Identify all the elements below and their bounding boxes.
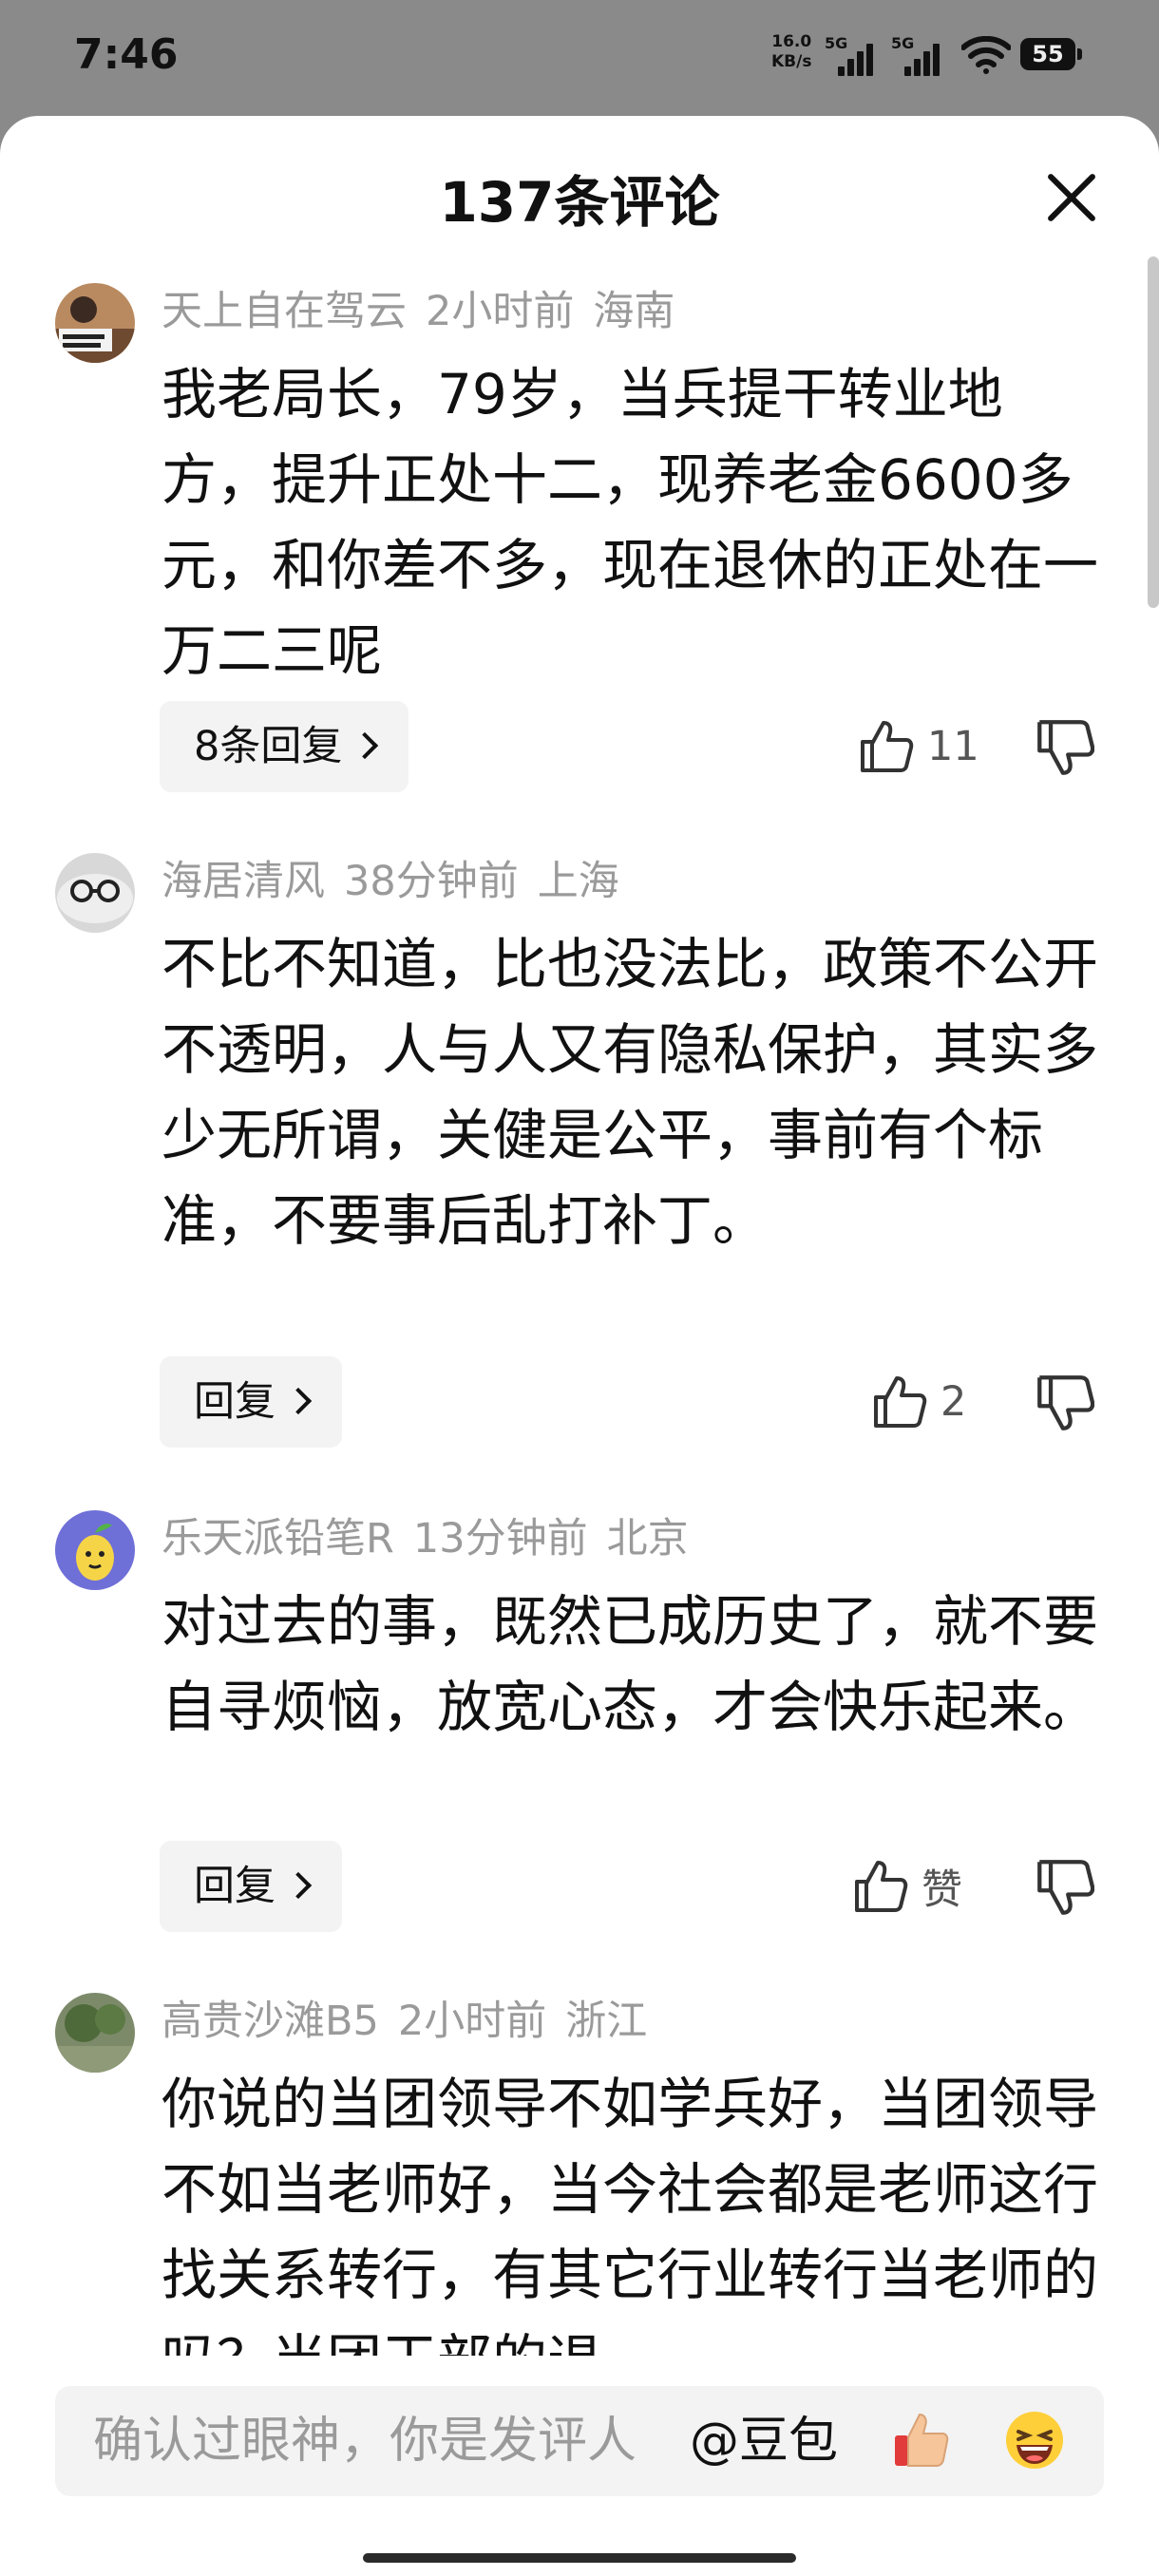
close-icon[interactable]: [1043, 169, 1100, 226]
username[interactable]: 天上自在驾云: [162, 288, 407, 335]
like-count: 2: [940, 1378, 967, 1426]
comment-location: 北京: [606, 1515, 689, 1563]
username[interactable]: 乐天派铅笔R: [162, 1515, 394, 1563]
avatar[interactable]: [55, 853, 135, 933]
thumbs-down-icon[interactable]: [1036, 718, 1094, 777]
thumbs-up-icon: [855, 1861, 908, 1912]
comment-list[interactable]: 天上自在驾云 2小时前 海南 我老局长，79岁，当兵提干转业地方，提升正处十二，现养…: [0, 116, 1159, 2356]
comment-text[interactable]: 你说的当团领导不如学兵好，当团领导不如当老师好，当今社会都是老师这行找关系转行，…: [162, 2061, 1102, 2356]
chevron-right-icon: [352, 731, 379, 759]
thumbs-up-emoji-icon[interactable]: [891, 2409, 952, 2470]
username[interactable]: 海居清风: [162, 858, 325, 905]
battery-level: 55: [1032, 41, 1064, 67]
comment-input[interactable]: 确认过眼神，你是发评人 @豆包: [55, 2386, 1104, 2496]
comment-time: 2小时前: [397, 1998, 547, 2045]
comment-text[interactable]: 我老局长，79岁，当兵提干转业地方，提升正处十二，现养老金6600多元，和你差不…: [162, 351, 1102, 693]
mention-button[interactable]: @豆包: [690, 2386, 838, 2496]
comment-location: 海南: [593, 288, 675, 335]
like-label: 赞: [922, 1866, 962, 1914]
view-replies-button[interactable]: 8条回复: [160, 701, 409, 792]
comment-text[interactable]: 对过去的事，既然已成历史了，就不要自寻烦恼，放宽心态，才会快乐起来。: [162, 1579, 1102, 1750]
laughing-emoji-icon[interactable]: [1003, 2409, 1066, 2472]
reply-button[interactable]: 回复: [160, 1841, 342, 1932]
comment-location: 上海: [537, 858, 619, 905]
speed-value: 16.0: [771, 32, 812, 51]
avatar[interactable]: [55, 1993, 135, 2073]
thumbs-down-icon[interactable]: [1036, 1858, 1094, 1917]
clock: 7:46: [74, 30, 179, 79]
avatar[interactable]: [55, 283, 135, 363]
chevron-right-icon: [284, 1871, 313, 1899]
comment-text[interactable]: 不比不知道，比也没法比，政策不公开不透明，人与人又有隐私保护，其实多少无所谓，关…: [162, 921, 1102, 1263]
like-button[interactable]: 11: [859, 701, 979, 792]
comment-time: 13分钟前: [412, 1515, 588, 1563]
sheet-title: 137条评论: [439, 170, 720, 235]
comment-input-placeholder[interactable]: 确认过眼神，你是发评人: [93, 2386, 636, 2496]
speed-unit: KB/s: [771, 52, 812, 71]
comment-meta: 海居清风 38分钟前 上海: [162, 853, 638, 910]
replies-label: 8条回复: [194, 723, 343, 770]
thumbs-up-icon: [874, 1376, 927, 1428]
reply-label: 回复: [194, 1863, 276, 1910]
chevron-right-icon: [284, 1387, 313, 1414]
status-bar: 7:46 16.0 KB/s 5G 5G 55: [0, 0, 1159, 114]
comment-time: 2小时前: [426, 288, 575, 335]
reply-button[interactable]: 回复: [160, 1356, 342, 1448]
like-button[interactable]: 赞: [853, 1841, 962, 1932]
username[interactable]: 高贵沙滩B5: [162, 1998, 379, 2045]
comment-meta: 天上自在驾云 2小时前 海南: [162, 283, 694, 340]
thumbs-up-icon: [861, 721, 914, 772]
thumbs-down-icon[interactable]: [1036, 1373, 1094, 1432]
comment-meta: 高贵沙滩B5 2小时前 浙江: [162, 1993, 666, 2050]
comment-location: 浙江: [565, 1998, 648, 2045]
like-count: 11: [927, 723, 979, 770]
avatar[interactable]: [55, 1510, 135, 1590]
scrollbar[interactable]: [1148, 256, 1159, 608]
comments-sheet: 天上自在驾云 2小时前 海南 我老局长，79岁，当兵提干转业地方，提升正处十二，现养…: [0, 116, 1159, 2576]
reply-label: 回复: [194, 1378, 276, 1426]
home-indicator[interactable]: [363, 2553, 796, 2563]
comment-time: 38分钟前: [344, 858, 519, 905]
network-speed: 16.0 KB/s: [771, 32, 811, 72]
battery-icon: 55: [1020, 38, 1082, 70]
like-button[interactable]: 2: [872, 1356, 966, 1448]
wifi-icon: [961, 36, 1011, 74]
comment-meta: 乐天派铅笔R 13分钟前 北京: [162, 1510, 708, 1567]
